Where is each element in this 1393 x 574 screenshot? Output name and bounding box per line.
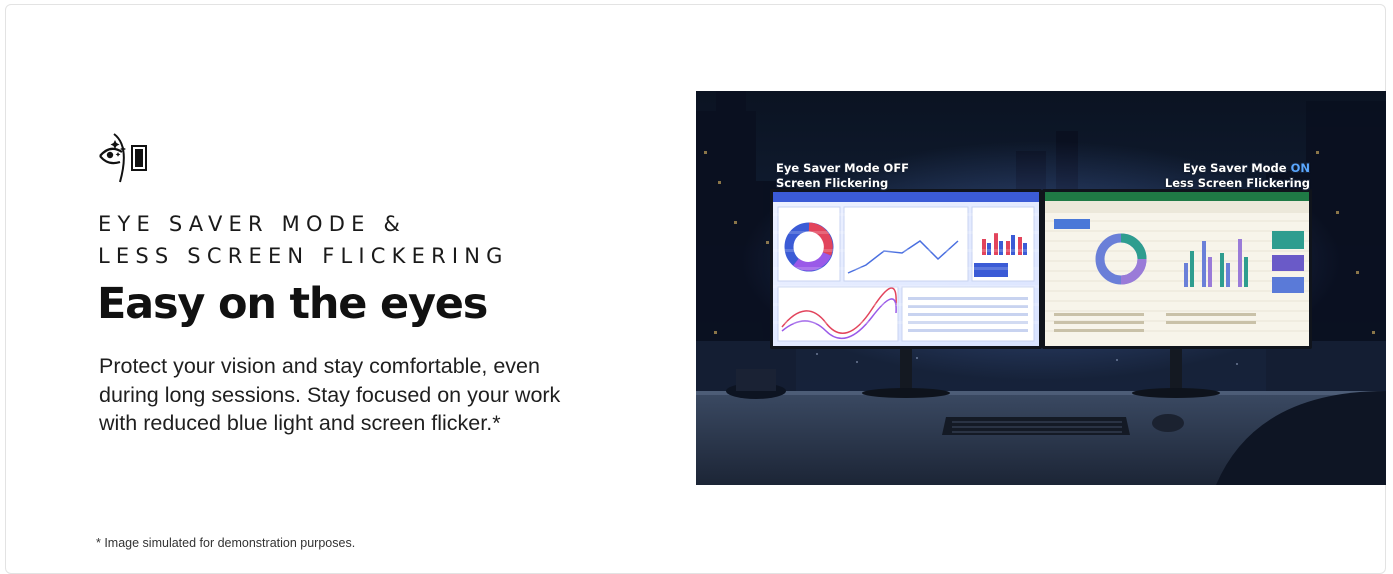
eye-saver-on-line-1: Eye Saver Mode ON — [1165, 161, 1310, 176]
eye-saver-icon — [96, 132, 150, 184]
description-line-3: with reduced blue light and screen flick… — [99, 411, 501, 435]
eye-saver-off-label: Eye Saver Mode OFF Screen Flickering — [776, 161, 909, 191]
eyebrow-line-2: LESS SCREEN FLICKERING — [98, 244, 509, 268]
eye-saver-off-line-2: Screen Flickering — [776, 176, 889, 190]
hero-image: Eye Saver Mode OFF Screen Flickering Eye… — [696, 91, 1386, 485]
eye-saver-off-line-1: Eye Saver Mode OFF — [776, 161, 910, 175]
feature-eyebrow: EYE SAVER MODE & LESS SCREEN FLICKERING — [98, 208, 509, 272]
description-line-2: during long sessions. Stay focused on yo… — [99, 382, 561, 407]
feature-headline: Easy on the eyes — [97, 279, 488, 329]
description-line-1: Protect your vision and stay comfortable… — [99, 354, 540, 378]
eye-saver-on-line-2: Less Screen Flickering — [1164, 176, 1310, 190]
eye-saver-on-highlight: ON — [1290, 161, 1310, 175]
feature-description: Protect your vision and stay comfortable… — [99, 352, 569, 438]
eye-saver-on-label: Eye Saver Mode ON Less Screen Flickering — [1165, 161, 1310, 191]
footnote: * Image simulated for demonstration purp… — [96, 536, 356, 550]
eye-saver-on-prefix: Eye Saver Mode — [1183, 161, 1291, 175]
eyebrow-line-1: EYE SAVER MODE & — [98, 212, 407, 236]
